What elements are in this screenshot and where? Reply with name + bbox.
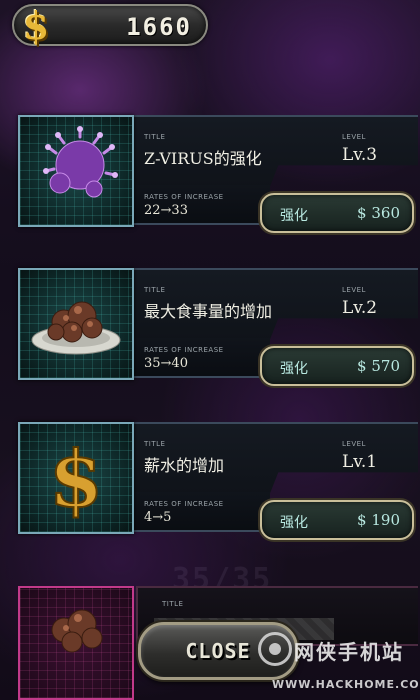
upgrade-title: 薪水的增加 bbox=[144, 456, 225, 475]
title-label: TITLE bbox=[144, 133, 166, 141]
title-label: TITLE bbox=[144, 440, 166, 448]
level-label: LEVEL bbox=[342, 133, 366, 141]
upgrade-card-salary: $ TITLE LEVEL 薪水的增加 Lv.1 RATES OF INCREA… bbox=[18, 422, 418, 550]
upgrade-price: $ 570 bbox=[357, 357, 400, 375]
food-plate-icon bbox=[18, 586, 134, 700]
upgrade-rate: 35→40 bbox=[144, 356, 188, 371]
upgrade-level: Lv.1 bbox=[342, 452, 378, 472]
upgrade-level: Lv.2 bbox=[342, 298, 378, 318]
food-plate-icon bbox=[18, 268, 134, 380]
upgrade-price: $ 360 bbox=[357, 204, 400, 222]
upgrade-button-label: 强化 bbox=[280, 208, 308, 224]
level-label: LEVEL bbox=[342, 440, 366, 448]
rates-label: RATES OF INCREASE bbox=[144, 193, 224, 201]
upgrade-card-zvirus: TITLE LEVEL Z-VIRUS的强化 Lv.3 RATES OF INC… bbox=[18, 115, 418, 243]
dollar-sign-icon: $ bbox=[22, 3, 50, 48]
svg-text:$: $ bbox=[49, 434, 103, 525]
watermark-logo-icon bbox=[258, 632, 292, 666]
upgrade-level: Lv.3 bbox=[342, 145, 378, 165]
upgrade-rate: 22→33 bbox=[144, 203, 188, 218]
title-label: TITLE bbox=[162, 600, 184, 608]
watermark-url: WWW.HACKHOME.COM bbox=[272, 678, 420, 691]
level-label: LEVEL bbox=[342, 286, 366, 294]
money-counter: $ 1660 bbox=[12, 3, 208, 48]
rates-label: RATES OF INCREASE bbox=[144, 500, 224, 508]
upgrade-button[interactable]: 强化 $ 570 bbox=[260, 346, 414, 386]
upgrade-title: 最大食事量的增加 bbox=[144, 302, 273, 321]
watermark-name: 网侠手机站 bbox=[294, 640, 404, 664]
virus-icon bbox=[18, 115, 134, 227]
upgrade-price: $ 190 bbox=[357, 511, 400, 529]
upgrade-button-label: 强化 bbox=[280, 361, 308, 377]
money-value: 1660 bbox=[126, 13, 192, 41]
upgrade-rate: 4→5 bbox=[144, 510, 172, 525]
upgrade-title: Z-VIRUS的强化 bbox=[144, 149, 262, 168]
upgrade-button[interactable]: 强化 $ 360 bbox=[260, 193, 414, 233]
dollar-sign-icon: $ bbox=[18, 422, 134, 534]
upgrade-card-max-food: TITLE LEVEL 最大食事量的增加 Lv.2 RATES OF INCRE… bbox=[18, 268, 418, 396]
upgrade-button[interactable]: 强化 $ 190 bbox=[260, 500, 414, 540]
rates-label: RATES OF INCREASE bbox=[144, 346, 224, 354]
upgrade-button-label: 强化 bbox=[280, 515, 308, 531]
title-label: TITLE bbox=[144, 286, 166, 294]
